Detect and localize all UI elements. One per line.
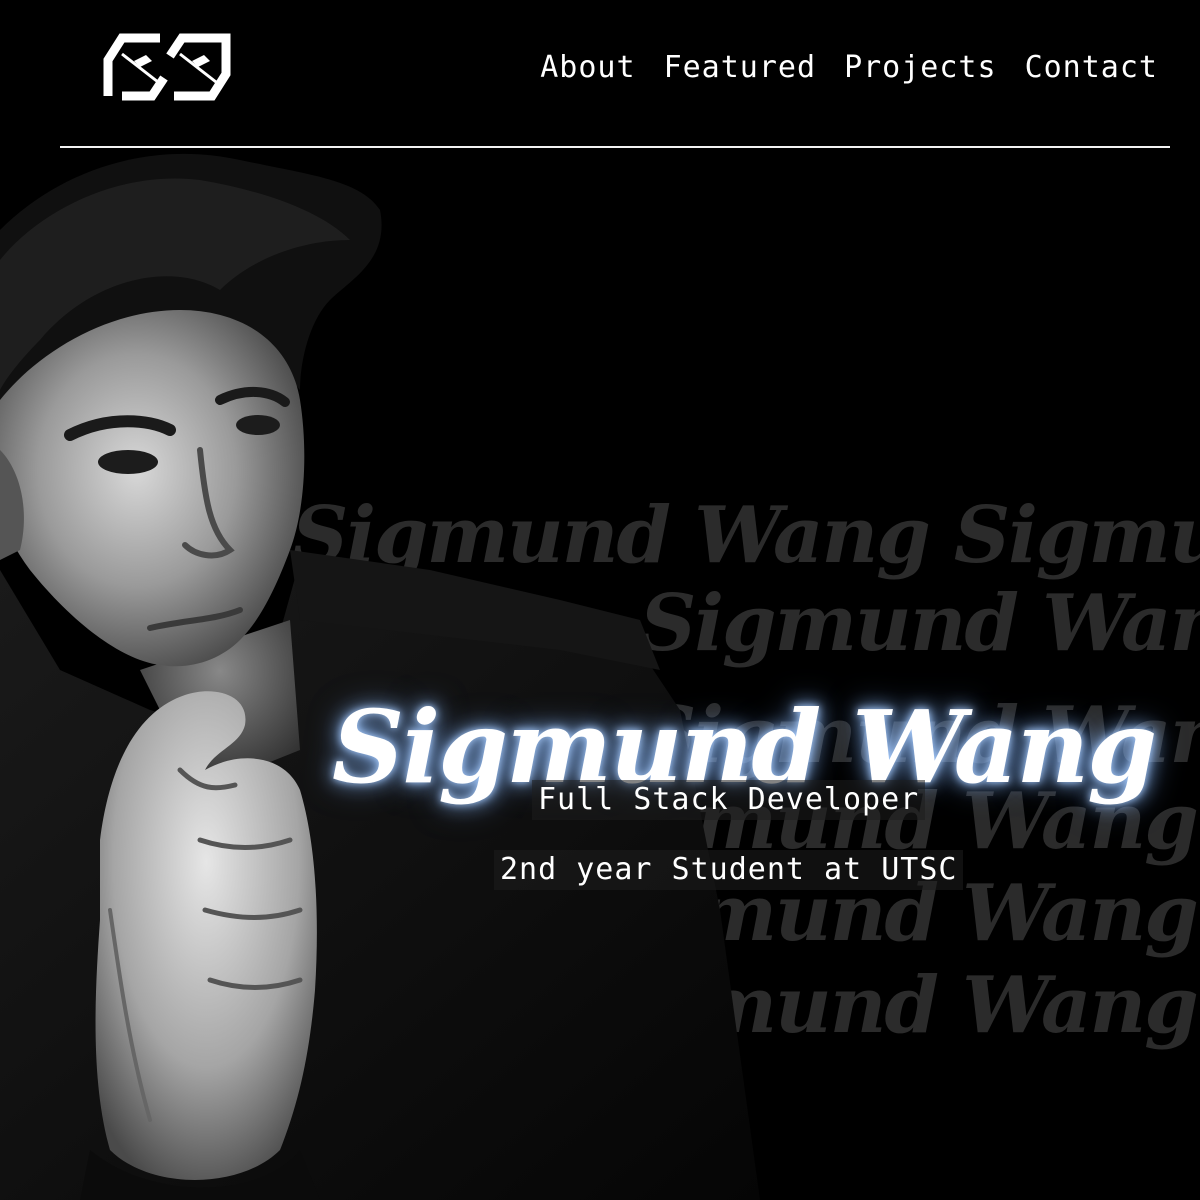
nav-about-link[interactable]: About: [540, 46, 635, 90]
portrait-photo: [0, 153, 760, 1200]
nav-projects-link[interactable]: Projects: [844, 46, 997, 90]
role-subtitle: Full Stack Developer: [532, 780, 926, 820]
header-divider: [60, 146, 1170, 148]
nav-contact-link[interactable]: Contact: [1025, 46, 1158, 90]
school-subtitle: 2nd year Student at UTSC: [494, 850, 964, 890]
main-nav: About Featured Projects Contact: [540, 46, 1158, 90]
nav-featured-link[interactable]: Featured: [664, 46, 817, 90]
hero-section: Sigmund Wang Sigmund Wang Sigmund Wang S…: [0, 150, 1200, 1200]
site-header: About Featured Projects Contact: [0, 0, 1200, 148]
ss-logo-icon[interactable]: [100, 30, 234, 104]
